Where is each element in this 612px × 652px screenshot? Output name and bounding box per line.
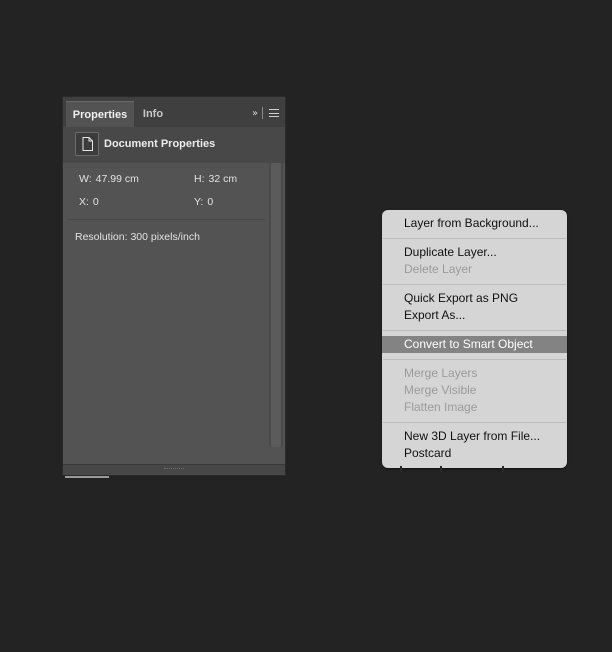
height-label: H: [194, 173, 205, 185]
menu-item-export-as[interactable]: Export As... [382, 307, 567, 324]
panel-footer [63, 464, 285, 475]
menu-item-convert-to-smart-object[interactable]: Convert to Smart Object [382, 336, 567, 353]
properties-separator [67, 219, 265, 220]
document-icon [75, 132, 99, 156]
height-field[interactable]: H: 32 cm [194, 173, 237, 185]
y-field[interactable]: Y: 0 [194, 196, 213, 208]
menu-bottom-edge [400, 466, 402, 472]
tab-properties[interactable]: Properties [66, 101, 134, 128]
width-value: 47.99 cm [95, 173, 139, 185]
height-value: 32 cm [208, 173, 238, 185]
document-properties-header: Document Properties [63, 127, 285, 163]
menu-item-delete-layer: Delete Layer [404, 262, 473, 276]
x-label: X: [79, 196, 89, 208]
width-label: W: [79, 173, 92, 185]
x-field[interactable]: X: 0 [79, 196, 99, 208]
menu-separator [383, 284, 566, 285]
menu-item-quick-export-png[interactable]: Quick Export as PNG [382, 290, 567, 307]
menu-separator [383, 330, 566, 331]
menu-item-new-3d-layer-from-file[interactable]: New 3D Layer from File... [382, 428, 567, 445]
properties-panel: Properties Info ›› Document Properties W… [62, 96, 286, 478]
y-value: 0 [207, 196, 214, 208]
menu-item-merge-visible: Merge Visible [404, 383, 477, 397]
menu-bottom-edge [440, 466, 442, 472]
layer-context-menu: Layer from Background... Duplicate Layer… [382, 210, 567, 472]
tab-info[interactable]: Info [135, 101, 171, 127]
tab-bar-divider [262, 107, 263, 119]
menu-bottom-edge [502, 466, 504, 472]
resize-grip-icon[interactable] [164, 468, 184, 472]
menu-item-merge-layers: Merge Layers [404, 366, 478, 380]
hamburger-menu-icon[interactable] [269, 109, 279, 117]
panel-scrollbar[interactable] [269, 163, 283, 447]
document-properties-title: Document Properties [104, 138, 216, 150]
menu-item-flatten-image: Flatten Image [404, 400, 478, 414]
panel-tab-bar: Properties Info ›› [63, 97, 285, 128]
panel-bottom-strip [65, 476, 109, 478]
tab-bar-controls: ›› [252, 106, 279, 120]
width-field[interactable]: W: 47.99 cm [79, 173, 139, 185]
y-label: Y: [194, 196, 204, 208]
menu-separator [383, 238, 566, 239]
x-value: 0 [92, 196, 99, 208]
menu-separator [383, 359, 566, 360]
menu-item-layer-from-background[interactable]: Layer from Background... [382, 215, 567, 232]
menu-item-duplicate-layer[interactable]: Duplicate Layer... [382, 244, 567, 261]
properties-content: W: 47.99 cm H: 32 cm X: 0 Y: 0 Resolution: 3… [63, 163, 269, 461]
resolution-text: Resolution: 300 pixels/inch [75, 231, 200, 243]
menu-item-postcard[interactable]: Postcard [382, 445, 567, 462]
tab-info-label: Info [142, 108, 164, 120]
menu-separator [383, 422, 566, 423]
double-chevron-right-icon[interactable]: ›› [252, 108, 258, 119]
panel-scrollbar-thumb[interactable] [271, 163, 281, 447]
